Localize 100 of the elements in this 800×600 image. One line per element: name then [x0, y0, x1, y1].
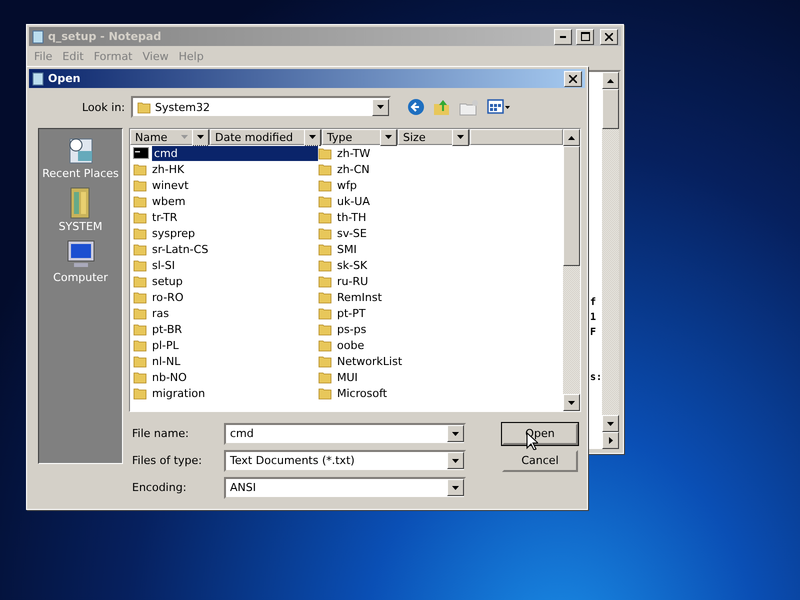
close-icon [605, 32, 613, 40]
directory-entry[interactable]: nb-NO [133, 369, 318, 385]
column-header[interactable]: Date modified [210, 129, 322, 145]
directory-entry[interactable]: wbem [133, 193, 318, 209]
minimize-button[interactable] [554, 28, 572, 44]
directory-entry[interactable]: tr-TR [133, 209, 318, 225]
directory-entry[interactable]: Microsoft [318, 385, 518, 401]
directory-entry[interactable]: MUI [318, 369, 518, 385]
directory-entry[interactable]: sr-Latn-CS [133, 241, 318, 257]
directory-entry[interactable]: nl-NL [133, 353, 318, 369]
scroll-up-button[interactable] [563, 129, 580, 146]
directory-entry[interactable]: pt-PT [318, 305, 518, 321]
directory-entry[interactable]: RemInst [318, 289, 518, 305]
directory-entry[interactable]: ru-RU [318, 273, 518, 289]
dropdown-button[interactable] [192, 129, 209, 146]
directory-entry[interactable]: uk-UA [318, 193, 518, 209]
folder-icon [133, 322, 147, 336]
dropdown-button[interactable] [304, 129, 321, 146]
folder-icon [133, 354, 147, 368]
folder-icon [318, 338, 332, 352]
folder-icon [318, 290, 332, 304]
place-item[interactable]: SYSTEM [58, 186, 102, 233]
folder-icon [133, 258, 147, 272]
directory-entry[interactable]: pt-BR [133, 321, 318, 337]
folder-icon [318, 354, 332, 368]
view-menu-icon[interactable] [487, 98, 511, 116]
caret-icon [197, 135, 204, 139]
file-name-field[interactable]: cmd [224, 422, 466, 444]
directory-entry[interactable]: NetworkList [318, 353, 518, 369]
dropdown-button[interactable] [452, 129, 469, 146]
directory-entry[interactable]: ras [133, 305, 318, 321]
right-arrow-icon [608, 437, 612, 444]
scroll-down-button[interactable] [563, 394, 580, 411]
dropdown[interactable]: ANSI [224, 476, 466, 498]
dropdown-button[interactable] [372, 98, 389, 116]
directory-entry[interactable]: sk-SK [318, 257, 518, 273]
caret-icon [452, 458, 459, 462]
folder-icon [133, 242, 147, 256]
folder-icon [133, 226, 147, 240]
directory-entry[interactable]: th-TH [318, 209, 518, 225]
folder-icon [133, 370, 147, 384]
cancel-button[interactable]: Cancel [502, 450, 578, 472]
directory-entry[interactable]: zh-CN [318, 161, 518, 177]
look-in-dropdown[interactable]: System32 [131, 96, 391, 118]
directory-entry[interactable]: setup [133, 273, 318, 289]
field-label: Files of type: [131, 454, 204, 467]
folder-icon [133, 194, 147, 208]
place-item[interactable]: Computer [53, 239, 108, 284]
directory-entry[interactable]: SMI [318, 241, 518, 257]
folder-icon [133, 386, 147, 400]
directory-entry[interactable]: winevt [133, 177, 318, 193]
directory-entry[interactable]: sysprep [133, 225, 318, 241]
scroll-up-button[interactable] [602, 72, 619, 89]
column-header[interactable]: Name [130, 129, 210, 145]
directory-entry[interactable]: oobe [318, 337, 518, 353]
folder-icon [318, 370, 332, 384]
back-icon[interactable] [407, 98, 425, 116]
dropdown-button[interactable] [447, 425, 464, 442]
close-button[interactable] [564, 70, 582, 86]
scroll-right-button[interactable] [602, 432, 619, 449]
folder-icon [133, 210, 147, 224]
close-icon [569, 74, 577, 82]
scroll-down-button[interactable] [602, 415, 619, 432]
notepad-icon [32, 30, 44, 44]
directory-entry[interactable]: wfp [318, 177, 518, 193]
directory-entry[interactable]: sv-SE [318, 225, 518, 241]
dropdown-button[interactable] [380, 129, 397, 146]
console-icon [133, 147, 149, 159]
caret-icon [457, 135, 464, 139]
maximize-icon [580, 32, 590, 41]
place-item[interactable]: Recent Places [42, 135, 119, 180]
scrollbar[interactable] [563, 129, 580, 411]
dropdown-button[interactable] [447, 479, 464, 496]
folder-icon [133, 338, 147, 352]
folder-icon [318, 306, 332, 320]
directory-entry[interactable]: ps-ps [318, 321, 518, 337]
folder-icon [318, 242, 332, 256]
scroll-thumb[interactable] [602, 89, 619, 129]
column-header[interactable]: Type [322, 129, 398, 145]
column-header[interactable]: Size [398, 129, 470, 145]
dialog-title: Open [48, 72, 82, 85]
window-title: q_setup - Notepad [48, 30, 162, 43]
scrollbar[interactable] [602, 72, 619, 449]
text-fragment: 1 [590, 312, 597, 325]
look-in-label: Look in: [81, 100, 126, 114]
directory-entry[interactable]: sl-SI [133, 257, 318, 273]
directory-entry[interactable]: zh-TW [318, 145, 518, 161]
folder-icon [133, 162, 147, 176]
directory-entry[interactable]: migration [133, 385, 318, 401]
folder-icon [318, 162, 332, 176]
directory-entry[interactable]: zh-HK [133, 161, 318, 177]
caret-icon [377, 105, 384, 109]
directory-entry[interactable]: pl-PL [133, 337, 318, 353]
directory-entry[interactable]: ro-RO [133, 289, 318, 305]
dropdown-button[interactable] [447, 452, 464, 469]
dropdown[interactable]: Text Documents (*.txt) [224, 450, 466, 472]
scroll-thumb[interactable] [563, 146, 580, 266]
close-button[interactable] [600, 28, 618, 44]
maximize-button[interactable] [576, 28, 594, 44]
folder-icon [318, 146, 332, 160]
